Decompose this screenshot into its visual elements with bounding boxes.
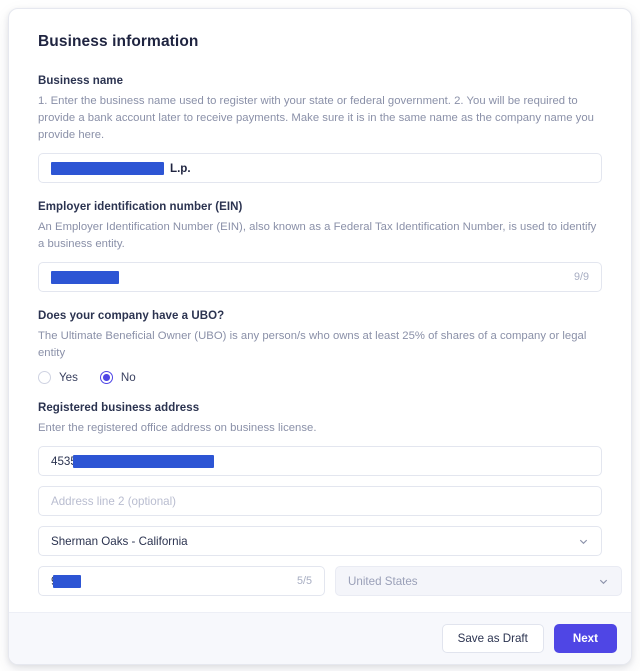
radio-icon-selected [100, 371, 113, 384]
field-business-name: Business name 1. Enter the business name… [38, 75, 602, 183]
ubo-radio-yes[interactable]: Yes [38, 371, 78, 384]
field-registered-address: Registered business address Enter the re… [38, 402, 602, 596]
spacer [38, 302, 602, 310]
registered-address-label: Registered business address [38, 402, 602, 414]
city-state-value: Sherman Oaks - California [51, 535, 578, 548]
ein-value [51, 271, 566, 284]
address-line1-row: 4535 [38, 446, 602, 476]
next-button[interactable]: Next [554, 624, 617, 653]
ein-input-row: 9/9 [38, 262, 602, 292]
business-name-label: Business name [38, 75, 602, 87]
address-line2-input[interactable]: Address line 2 (optional) [38, 486, 602, 516]
ein-label: Employer identification number (EIN) [38, 201, 602, 213]
ein-help: An Employer Identification Number (EIN),… [38, 219, 602, 253]
business-name-input[interactable]: L.p. [38, 153, 602, 183]
form-body: Business information Business name 1. En… [9, 9, 631, 612]
field-ubo: Does your company have a UBO? The Ultima… [38, 310, 602, 384]
ubo-radio-no[interactable]: No [100, 371, 136, 384]
business-name-input-row: L.p. [38, 153, 602, 183]
business-name-help: 1. Enter the business name used to regis… [38, 93, 602, 144]
business-name-value: L.p. [51, 162, 589, 175]
ubo-radio-no-label: No [121, 371, 136, 384]
address-line2-placeholder: Address line 2 (optional) [51, 495, 589, 508]
country-value: United States [348, 575, 598, 588]
chevron-down-icon [598, 576, 609, 587]
spacer [38, 193, 602, 201]
zip-value: 9 [51, 575, 289, 588]
field-ein: Employer identification number (EIN) An … [38, 201, 602, 292]
country-select[interactable]: United States [335, 566, 622, 596]
page-title: Business information [38, 33, 602, 51]
business-name-suffix: L.p. [170, 162, 191, 175]
zip-input[interactable]: 9 5/5 [38, 566, 325, 596]
page-root: Business information Business name 1. En… [0, 0, 640, 671]
ein-char-counter: 9/9 [566, 271, 589, 283]
zip-char-counter: 5/5 [289, 575, 312, 587]
chevron-down-icon [578, 536, 589, 547]
redaction-bar [51, 271, 119, 284]
address-line2-row: Address line 2 (optional) [38, 486, 602, 516]
registered-address-help: Enter the registered office address on b… [38, 420, 602, 437]
city-state-select[interactable]: Sherman Oaks - California [38, 526, 602, 556]
redaction-bar [53, 575, 81, 588]
redaction-bar [73, 455, 214, 468]
business-information-card: Business information Business name 1. En… [8, 8, 632, 665]
city-state-row: Sherman Oaks - California [38, 526, 602, 556]
ein-input[interactable]: 9/9 [38, 262, 602, 292]
ubo-label: Does your company have a UBO? [38, 310, 602, 322]
ubo-help: The Ultimate Beneficial Owner (UBO) is a… [38, 328, 602, 362]
zip-country-row: 9 5/5 United States [38, 566, 602, 596]
ubo-radio-yes-label: Yes [59, 371, 78, 384]
address-line1-value: 4535 [51, 455, 589, 468]
form-footer: Save as Draft Next [9, 612, 631, 664]
redaction-bar [51, 162, 164, 175]
ubo-radio-group: Yes No [38, 371, 602, 384]
save-as-draft-button[interactable]: Save as Draft [442, 624, 544, 653]
radio-icon [38, 371, 51, 384]
address-line1-input[interactable]: 4535 [38, 446, 602, 476]
